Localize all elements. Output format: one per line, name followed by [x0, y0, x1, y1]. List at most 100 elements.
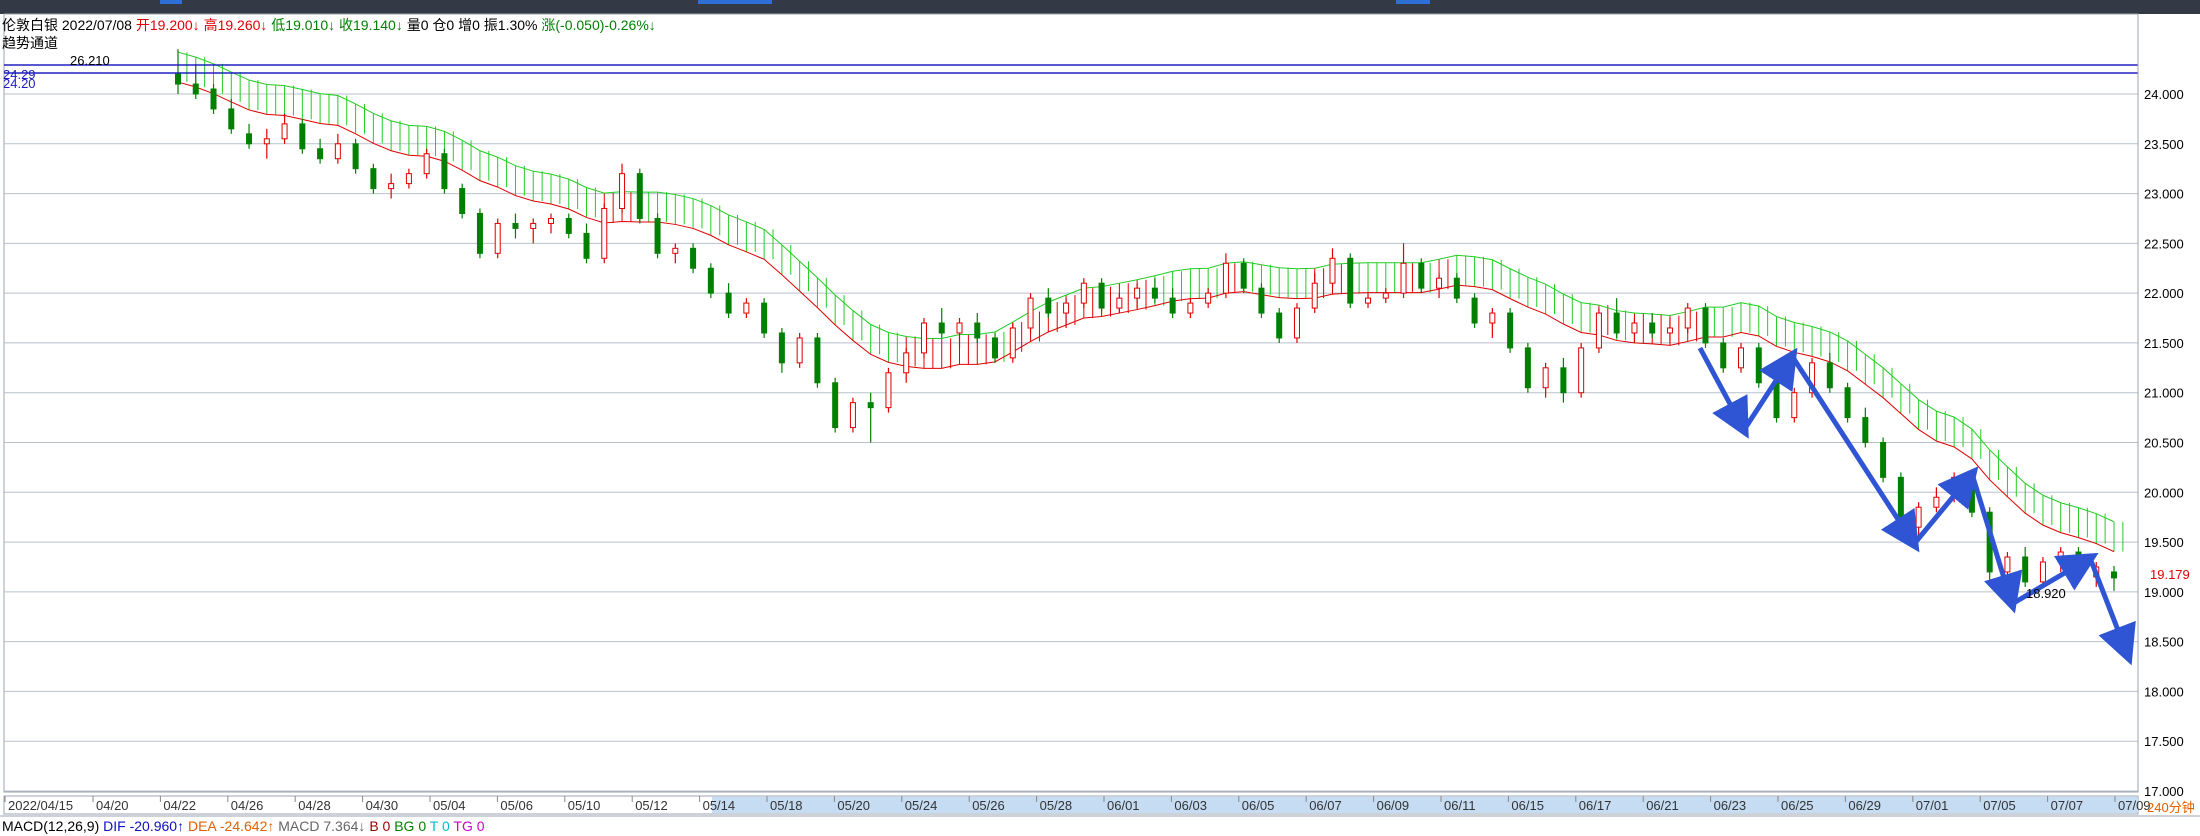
- candle: [1720, 337, 1727, 373]
- candlesticks: [175, 49, 2117, 600]
- candle-body: [1471, 297, 1478, 324]
- candle: [441, 148, 448, 194]
- date-tick-label: 05/26: [972, 798, 1005, 813]
- candle: [565, 213, 572, 239]
- date-tick-label: 06/17: [1579, 798, 1612, 813]
- candle: [1311, 273, 1318, 314]
- date-tick-label: 07/09: [2118, 798, 2151, 813]
- candle-body: [1080, 282, 1087, 304]
- candle-body: [547, 217, 554, 224]
- candle-body: [317, 148, 324, 160]
- candle: [1471, 293, 1478, 328]
- candle: [1080, 278, 1087, 309]
- candle-body: [1702, 307, 1709, 344]
- price-tick-label: 18.500: [2144, 635, 2184, 650]
- candle-body: [583, 232, 590, 259]
- candle: [1009, 323, 1016, 363]
- candle-body: [707, 267, 714, 294]
- candle: [1240, 258, 1247, 294]
- candle-body: [299, 123, 306, 150]
- candle: [423, 148, 430, 179]
- date-tick-label: 05/14: [703, 798, 736, 813]
- candle: [796, 332, 803, 368]
- candle-body: [1240, 262, 1247, 289]
- candle: [1063, 298, 1070, 328]
- candle-body: [992, 337, 999, 359]
- candle: [761, 298, 768, 338]
- candle-body: [1560, 367, 1567, 394]
- close-price: 收19.140↓: [339, 17, 403, 33]
- candle: [1027, 293, 1034, 333]
- candle: [2022, 547, 2029, 587]
- candle: [885, 367, 892, 413]
- price-change: 涨(-0.050)-0.26%↓: [541, 17, 656, 33]
- candle: [299, 118, 306, 154]
- candle-body: [1258, 287, 1265, 314]
- candle: [1560, 357, 1567, 403]
- candle-body: [1365, 297, 1372, 304]
- candle-body: [423, 153, 430, 175]
- candle-body: [1773, 382, 1780, 419]
- channel-lower-label: 24.20: [3, 76, 36, 91]
- candle-body: [1507, 312, 1514, 349]
- date-tick-label: 07/05: [1983, 798, 2016, 813]
- candle-body: [1755, 347, 1762, 384]
- price-tick-label: 20.000: [2144, 485, 2184, 500]
- date-tick-label: 06/15: [1511, 798, 1544, 813]
- date-tick-label: 05/06: [500, 798, 533, 813]
- trend-arrow: [1969, 473, 2023, 614]
- candle: [263, 128, 270, 159]
- candle-body: [281, 123, 288, 140]
- candle: [370, 163, 377, 194]
- candle: [1613, 298, 1620, 338]
- date-tick-label: 07/07: [2051, 798, 2084, 813]
- candle-body: [405, 173, 412, 185]
- channel-lower-edge: [177, 81, 2115, 553]
- macd-indicator-bar[interactable]: MACD(12,26,9) DIF -20.960↑ DEA -24.642↑ …: [2, 818, 485, 834]
- candle: [192, 64, 199, 99]
- candle: [778, 327, 785, 373]
- macd-value: MACD 7.364↓: [278, 818, 366, 834]
- candle-body: [1542, 367, 1549, 389]
- price-tick-label: 19.000: [2144, 585, 2184, 600]
- candle-body: [619, 173, 626, 210]
- candle-body: [228, 108, 235, 130]
- candle-body: [1720, 342, 1727, 369]
- high-price: 高19.260↓: [203, 17, 268, 33]
- date-tick-label: 06/25: [1781, 798, 1814, 813]
- candle-body: [832, 382, 839, 429]
- macd-dea: DEA -24.642↑: [187, 818, 275, 834]
- trend-arrows: [1697, 346, 2136, 666]
- price-tick-label: 21.500: [2144, 336, 2184, 351]
- candle: [246, 123, 253, 149]
- candle-body: [263, 138, 270, 145]
- candle: [1276, 308, 1283, 343]
- candle: [494, 218, 501, 259]
- date-tick-label: 06/03: [1174, 798, 1207, 813]
- amplitude: 振1.30%: [483, 17, 538, 33]
- candle: [920, 318, 927, 358]
- candle-body: [690, 247, 697, 269]
- candle-body: [2057, 551, 2064, 563]
- candle-body: [1347, 257, 1354, 304]
- price-chart[interactable]: 17.000 17.500 18.000 18.500 19.000 19.500 20.0…: [0, 0, 2200, 836]
- candle: [1631, 318, 1638, 343]
- candle-body: [1134, 287, 1141, 299]
- candle: [175, 49, 181, 94]
- candle: [1524, 342, 1531, 393]
- candle-body: [956, 322, 963, 334]
- date-tick-label: 06/11: [1444, 798, 1476, 813]
- candle-body: [530, 222, 537, 229]
- candle: [1489, 308, 1496, 338]
- low-price-label: 18.920: [2026, 586, 2066, 601]
- candle-body: [565, 217, 572, 234]
- candle: [1134, 283, 1141, 309]
- candle-body: [654, 217, 661, 254]
- candle: [1702, 303, 1709, 348]
- candle-body: [1187, 302, 1194, 314]
- quote-date: 2022/07/08: [61, 17, 132, 33]
- candle: [1862, 407, 1869, 448]
- period-label[interactable]: 240分钟: [2147, 800, 2195, 815]
- candle-body: [1649, 322, 1656, 334]
- indicator-name[interactable]: 趋势通道: [2, 35, 58, 51]
